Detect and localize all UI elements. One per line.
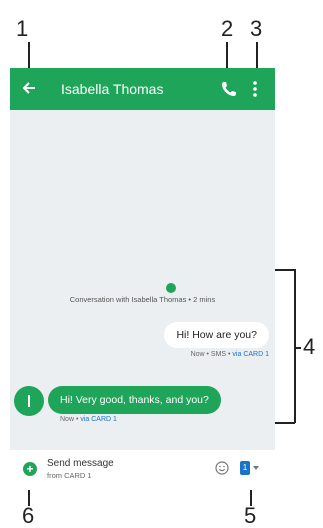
emoji-icon[interactable] — [215, 461, 229, 475]
callout-5: 5 — [244, 503, 257, 528]
outgoing-message[interactable]: Hi! How are you? — [164, 322, 269, 348]
callout-bracket-tick — [295, 347, 301, 349]
send-from-card: from CARD 1 — [47, 471, 92, 480]
outgoing-meta-card: via CARD 1 — [232, 351, 269, 358]
incoming-meta-card: via CARD 1 — [80, 416, 117, 423]
app-bar: Isabella Thomas — [10, 68, 275, 110]
contact-avatar[interactable] — [14, 386, 44, 416]
callout-3: 3 — [250, 16, 263, 41]
incoming-message[interactable]: Hi! Very good, thanks, and you? — [48, 386, 221, 414]
arrow-back-icon[interactable] — [19, 78, 39, 98]
send-message-input[interactable]: Send message — [47, 458, 114, 469]
phone-icon[interactable] — [219, 79, 239, 99]
outgoing-meta-text: Now • SMS • — [190, 351, 233, 358]
messaging-screen: Isabella Thomas Conversation with Isabel… — [10, 68, 275, 450]
callout-2: 2 — [221, 16, 234, 41]
incoming-meta-text: Now • — [60, 416, 81, 423]
sim-card-selector[interactable]: 1 — [240, 461, 250, 475]
conversation-info: Conversation with Isabella Thomas • 2 mi… — [69, 295, 216, 304]
callout-4: 4 — [303, 334, 316, 359]
callout-6: 6 — [22, 503, 35, 528]
callout-1: 1 — [16, 16, 29, 41]
callout-bracket-vertical — [294, 269, 296, 423]
chevron-down-icon[interactable] — [253, 466, 259, 470]
conversation-avatar-dot — [166, 283, 176, 293]
incoming-message-meta: Now • via CARD 1 — [60, 416, 117, 423]
outgoing-message-meta: Now • SMS • via CARD 1 — [191, 351, 269, 358]
more-vert-icon[interactable] — [250, 79, 260, 99]
contact-name: Isabella Thomas — [61, 81, 164, 97]
add-icon[interactable]: + — [23, 462, 37, 476]
compose-bar: + Send message from CARD 1 1 — [10, 450, 275, 490]
